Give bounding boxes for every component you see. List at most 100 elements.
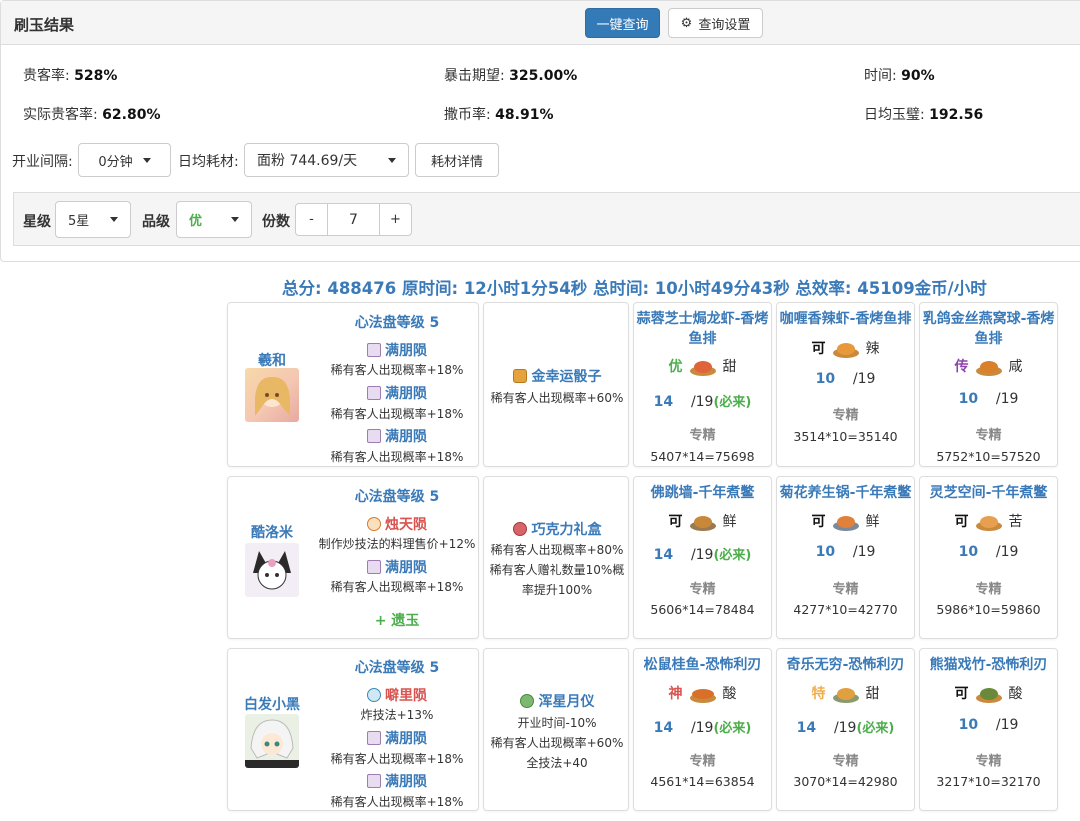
dish-taste: 甜 [865,686,880,702]
dish-count: 14 /19(必来) [653,547,752,563]
portion-input[interactable]: 7 [327,203,380,236]
star-select[interactable]: 5星 [55,201,131,238]
slot-name: 满朋陨 [385,560,427,576]
panel-header: 刷玉结果 一键查询 ⚙ 查询设置 [1,1,1080,45]
dish-grade: 可 [811,341,826,357]
dish-grade: 可 [954,514,969,530]
gear-card: 巧克力礼盒 稀有客人出现概率+80% 稀有客人赠礼数量10%概 率提升100% [483,476,629,639]
portion-minus-button[interactable]: - [295,203,328,236]
gear-name: 巧克力礼盒 [531,522,602,538]
dish-taste: 咸 [1008,359,1023,375]
dish-taste: 鲜 [722,514,737,530]
gear-desc: 稀有客人出现概率+60% [490,736,624,750]
dish-card[interactable]: 灵芝空间-千年煮鳖 可苦 10 /19 专精 5986*10=59860 [919,476,1058,639]
dish-card[interactable]: 咖喱香辣虾-香烤鱼排 可辣 10 /19 专精 3514*10=35140 [776,302,915,467]
slot-name: 满朋陨 [385,343,427,359]
dish-grade: 传 [954,359,969,375]
slot-row: 满朋陨 [318,383,476,403]
dish-name: 菊花养生锅-千年煮鳖 [779,485,912,501]
dish-formula: 5986*10=59860 [936,602,1041,617]
add-jade-link[interactable]: + 遗玉 [318,610,476,630]
dish-count: 10 /19 [958,717,1019,733]
mind-level: 心法盘等级 5 [354,489,440,505]
chef-card: 白发小黑 心法盘等级 5 噼里陨 炸技法+13% 满朋陨 稀有客人出现概率+18… [227,648,479,811]
gear-title: 浑星月仪 [484,691,630,711]
fire-jade-icon [367,517,381,531]
slot-name: 满朋陨 [385,731,427,747]
specialty-label: 专精 [689,754,716,769]
consume-detail-button[interactable]: 耗材详情 [415,143,499,177]
gear-card: 金幸运骰子 稀有客人出现概率+60% [483,302,629,467]
dish-taste: 酸 [1008,686,1023,702]
consume-dropdown[interactable]: 面粉 744.69/天 [244,143,409,177]
mind-level: 心法盘等级 5 [354,660,440,676]
dish-name: 乳鸽金丝燕窝球-香烤鱼排 [922,311,1055,347]
interval-dropdown[interactable]: 0分钟 [78,143,171,177]
dish-grade: 优 [668,359,683,375]
interval-value: 0分钟 [98,154,133,170]
dish-card[interactable]: 松鼠桂鱼-恐怖利刃 神酸 14 /19(必来) 专精 4561*14=63854 [633,648,772,811]
portion-label: 份数 [262,214,290,230]
actual-guest-rate: 实际贵客率: 62.80% [23,107,161,123]
slot-desc: 稀有客人出现概率+18% [330,407,464,421]
dish-card[interactable]: 菊花养生锅-千年煮鳖 可鲜 10 /19 专精 4277*10=42770 [776,476,915,639]
dish-icon [832,516,859,531]
jade-icon [367,343,381,357]
dish-name: 蒜蓉芝士焗龙虾-香烤鱼排 [636,311,769,347]
dish-grade: 可 [668,514,683,530]
slot-row: 烛天陨 [318,514,476,534]
chevron-down-icon [388,157,396,163]
dish-quality-row: 可苦 [920,511,1057,532]
chevron-down-icon [231,217,239,222]
dish-count: 10 /19 [815,544,876,560]
specialty-label: 专精 [975,428,1002,443]
dish-icon [689,361,716,376]
dish-grade: 可 [954,686,969,702]
slot-desc: 稀有客人出现概率+18% [330,580,464,594]
grade-select[interactable]: 优 [176,201,252,238]
dish-count: 14 /19(必来) [796,720,895,736]
dish-quality-row: 特甜 [777,683,914,704]
slot-row: 满朋陨 [318,728,476,748]
chef-name: 酷洛米 [251,525,293,541]
grade-value: 优 [189,214,203,229]
jade-icon [367,386,381,400]
slot-desc: 稀有客人出现概率+18% [330,450,464,464]
one-click-query-button[interactable]: 一键查询 [585,8,660,38]
dish-card[interactable]: 乳鸽金丝燕窝球-香烤鱼排 传咸 10 /19 专精 5752*10=57520 [919,302,1058,467]
dish-count: 10 /19 [815,371,876,387]
dish-icon [975,688,1002,703]
gear-title: 金幸运骰子 [484,366,630,386]
dish-formula: 3070*14=42980 [793,774,898,789]
dish-grade: 神 [668,686,683,702]
specialty-label: 专精 [832,408,859,423]
filter-bar [13,192,1080,246]
slot-row: 满朋陨 [318,340,476,360]
slot-desc: 制作炒技法的料理售价+12% [318,537,476,551]
dish-taste: 鲜 [865,514,880,530]
slot-desc: 稀有客人出现概率+18% [330,795,464,809]
dish-card[interactable]: 奇乐无穷-恐怖利刃 特甜 14 /19(必来) 专精 3070*14=42980 [776,648,915,811]
dish-card[interactable]: 蒜蓉芝士焗龙虾-香烤鱼排 优甜 14 /19(必来) 专精 5407*14=75… [633,302,772,467]
dish-card[interactable]: 熊猫戏竹-恐怖利刃 可酸 10 /19 专精 3217*10=32170 [919,648,1058,811]
dish-icon [689,689,716,703]
guest-rate: 贵客率: 528% [23,68,118,84]
portion-plus-button[interactable]: + [379,203,412,236]
chef-avatar [245,714,299,768]
slot-desc: 稀有客人出现概率+18% [330,752,464,766]
query-settings-button[interactable]: ⚙ 查询设置 [668,8,763,38]
crit-expectation: 暴击期望: 325.00% [444,68,578,84]
slot-row: 满朋陨 [318,426,476,446]
dish-card[interactable]: 佛跳墙-千年煮鳖 可鲜 14 /19(必来) 专精 5606*14=78484 [633,476,772,639]
dish-quality-row: 可辣 [777,338,914,359]
grade-label: 品级 [142,214,170,230]
chef-avatar [245,543,299,597]
dish-icon [975,361,1002,376]
coin-rate: 撒币率: 48.91% [444,107,554,123]
dish-grade: 特 [811,686,826,702]
jade-icon [367,429,381,443]
specialty-label: 专精 [975,582,1002,597]
slot-name: 烛天陨 [385,517,427,533]
specialty-label: 专精 [975,754,1002,769]
consume-label: 日均耗材: [178,154,239,170]
